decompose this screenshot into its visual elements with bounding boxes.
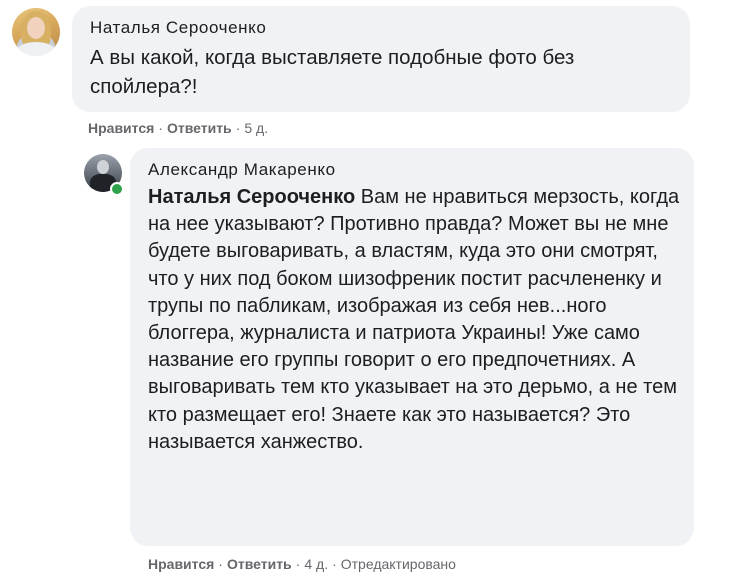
comment-timestamp[interactable]: 5 д. — [244, 120, 268, 136]
reply-bubble: Александр Макаренко Наталья Серооченко В… — [130, 148, 694, 546]
comment-text: А вы какой, когда выставляете подобные ф… — [90, 46, 575, 98]
mention-link[interactable]: Наталья Серооченко — [148, 186, 355, 208]
reply-body: Вам не нравиться мерзость, когда на нее … — [148, 186, 680, 453]
separator: · — [332, 556, 337, 572]
reply-actions: Нравится · Ответить · 4 д. · Отредактировано — [148, 556, 456, 572]
separator: · — [218, 556, 223, 572]
separator: · — [295, 556, 301, 572]
like-link[interactable]: Нравится — [88, 120, 154, 136]
reply-link[interactable]: Ответить — [167, 120, 232, 136]
like-link[interactable]: Нравится — [148, 556, 214, 572]
reply-timestamp[interactable]: 4 д. — [304, 556, 328, 572]
avatar-natalya[interactable] — [12, 8, 60, 56]
avatar-face — [27, 17, 45, 39]
reply-author[interactable]: Александр Макаренко — [148, 160, 336, 180]
comment-thread: Наталья Серооченко А вы какой, когда выс… — [0, 0, 734, 584]
separator: · — [235, 120, 241, 136]
avatar-shirt — [16, 42, 56, 56]
separator: · — [158, 120, 163, 136]
comment-author[interactable]: Наталья Серооченко — [90, 18, 266, 38]
online-status-icon — [110, 182, 124, 196]
avatar-head — [97, 160, 109, 174]
reply-link[interactable]: Ответить — [227, 556, 292, 572]
edited-label[interactable]: Отредактировано — [341, 556, 456, 572]
comment-actions: Нравится · Ответить · 5 д. — [88, 120, 268, 136]
reply-text: Наталья Серооченко Вам не нравиться мерз… — [148, 184, 684, 456]
comment-bubble: Наталья Серооченко А вы какой, когда выс… — [72, 6, 690, 112]
